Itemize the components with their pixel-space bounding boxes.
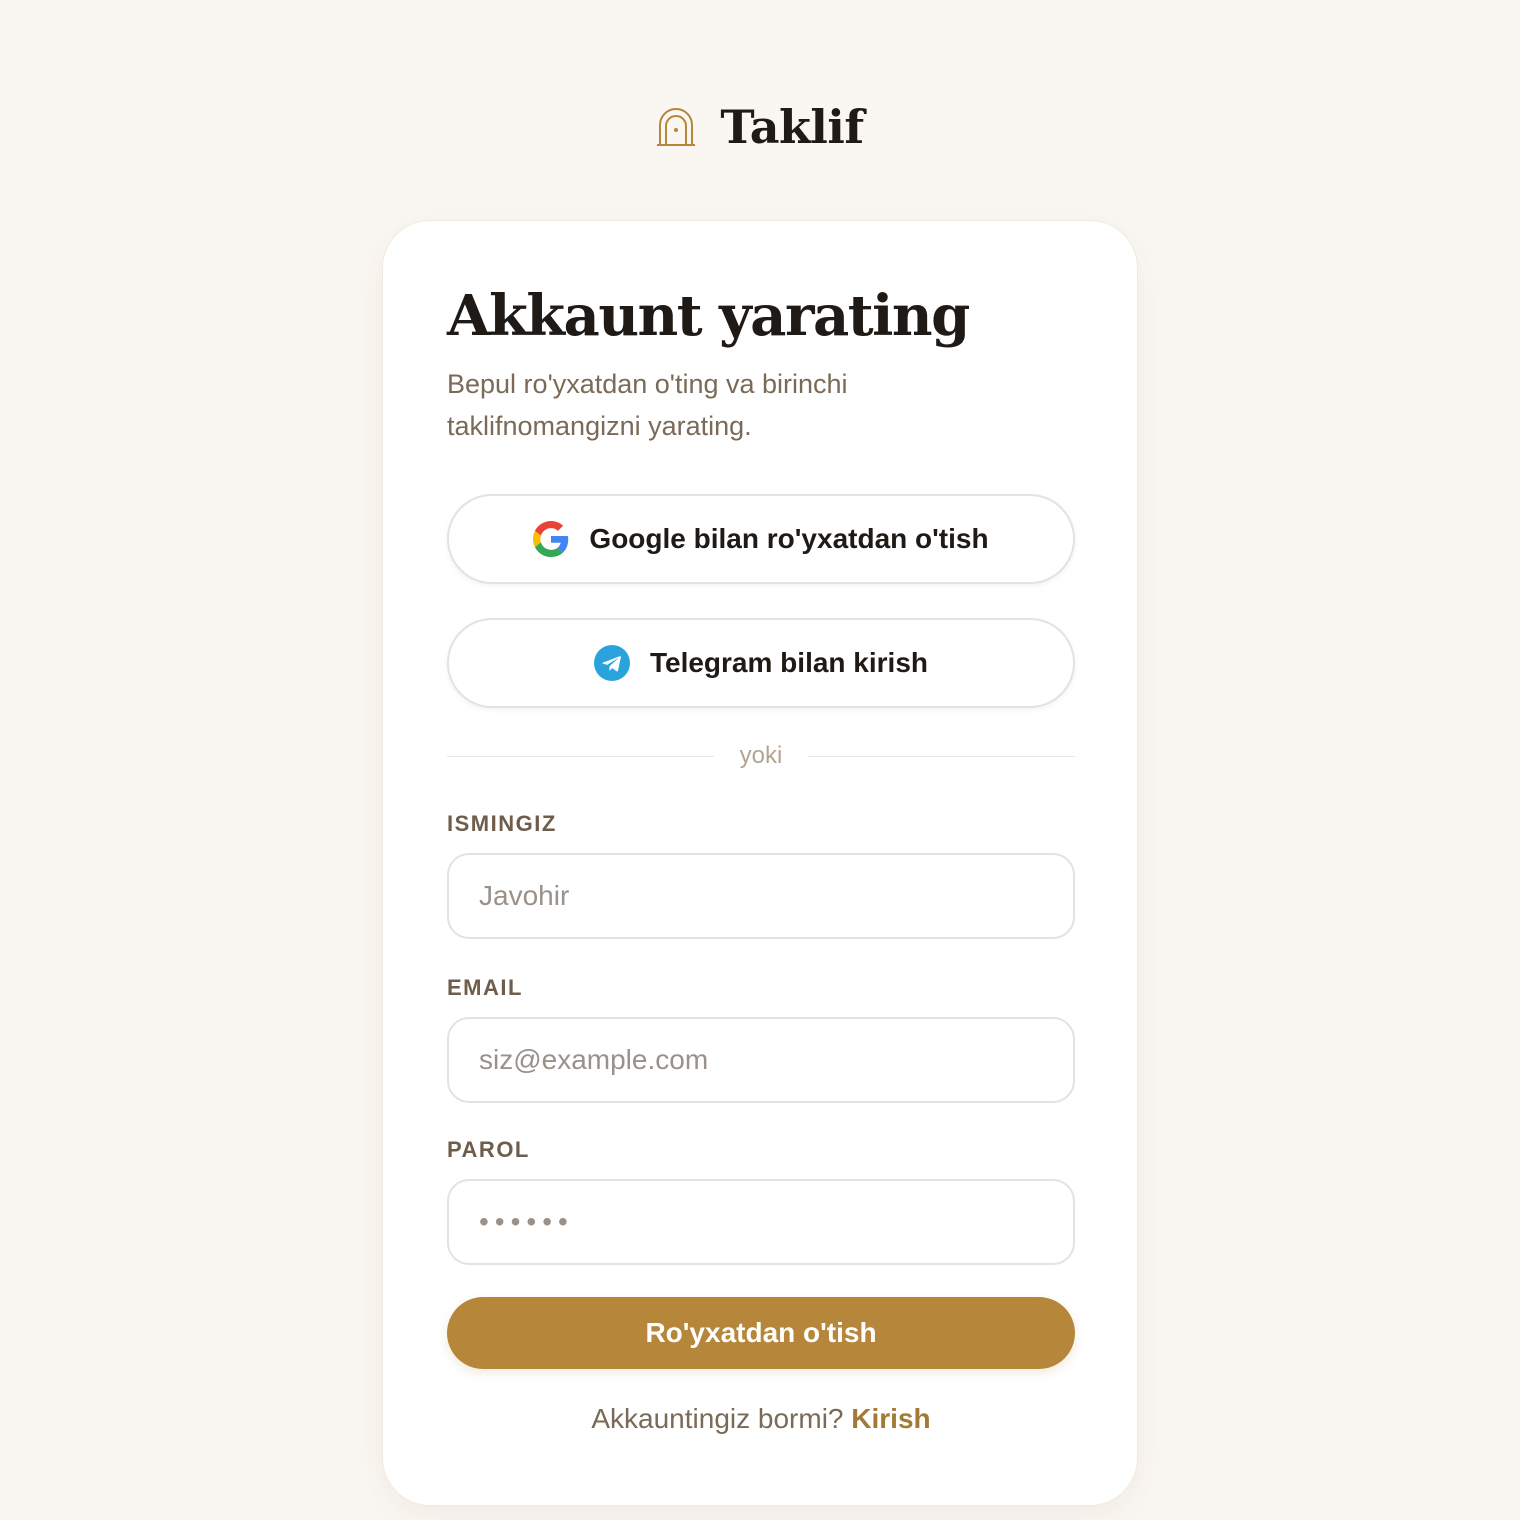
- email-input[interactable]: [447, 1017, 1075, 1103]
- google-signup-button[interactable]: Google bilan ro'yxatdan o'tish: [447, 494, 1075, 584]
- email-label: EMAIL: [447, 975, 523, 1000]
- login-prompt: Akkauntingiz bormi? Kirish: [383, 1403, 1139, 1435]
- page-title: Akkaunt yarating: [447, 283, 970, 349]
- name-label: ISMINGIZ: [447, 811, 557, 836]
- brand-name: Taklif: [720, 100, 864, 154]
- or-divider: yoki: [447, 739, 1075, 773]
- login-link[interactable]: Kirish: [851, 1403, 930, 1434]
- telegram-login-label: Telegram bilan kirish: [649, 647, 929, 678]
- name-input[interactable]: [447, 853, 1075, 939]
- password-input[interactable]: [447, 1179, 1075, 1265]
- signup-page: Taklif Akkaunt yarating Bepul ro'yxatdan…: [0, 0, 1520, 1520]
- page-subtitle: Bepul ro'yxatdan o'ting va birinchi takl…: [447, 369, 848, 441]
- brand-header: Taklif: [0, 100, 1520, 154]
- password-label: PAROL: [447, 1137, 530, 1162]
- login-prompt-text: Akkauntingiz bormi?: [591, 1403, 844, 1434]
- divider-line-right: [808, 755, 1075, 757]
- google-signup-label: Google bilan ro'yxatdan o'tish: [589, 523, 989, 554]
- arch-door-icon: [657, 108, 696, 146]
- signup-submit-button[interactable]: Ro'yxatdan o'tish: [447, 1297, 1075, 1369]
- signup-card: Akkaunt yarating Bepul ro'yxatdan o'ting…: [382, 220, 1138, 1506]
- divider-text: yoki: [739, 742, 783, 769]
- google-icon: [533, 521, 569, 557]
- divider-line-left: [447, 755, 714, 757]
- telegram-icon: [593, 645, 630, 681]
- telegram-login-button[interactable]: Telegram bilan kirish: [447, 618, 1075, 708]
